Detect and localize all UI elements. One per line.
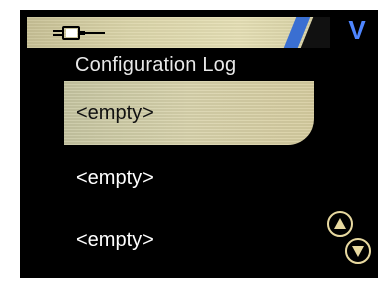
arrow-down-icon bbox=[352, 246, 364, 257]
scroll-up-button[interactable] bbox=[327, 211, 353, 237]
plug-icon bbox=[53, 26, 105, 40]
arrow-up-icon bbox=[334, 218, 346, 229]
v-logo-icon: V bbox=[348, 15, 366, 45]
log-item-1[interactable]: <empty> bbox=[64, 81, 314, 145]
log-item-2[interactable]: <empty> bbox=[64, 148, 314, 208]
device-screen: V Configuration Log <empty> <empty> <emp… bbox=[20, 10, 378, 278]
header-bar bbox=[27, 17, 330, 48]
log-item-3[interactable]: <empty> bbox=[64, 210, 314, 270]
scroll-down-button[interactable] bbox=[345, 238, 371, 264]
page-title: Configuration Log bbox=[75, 54, 237, 76]
